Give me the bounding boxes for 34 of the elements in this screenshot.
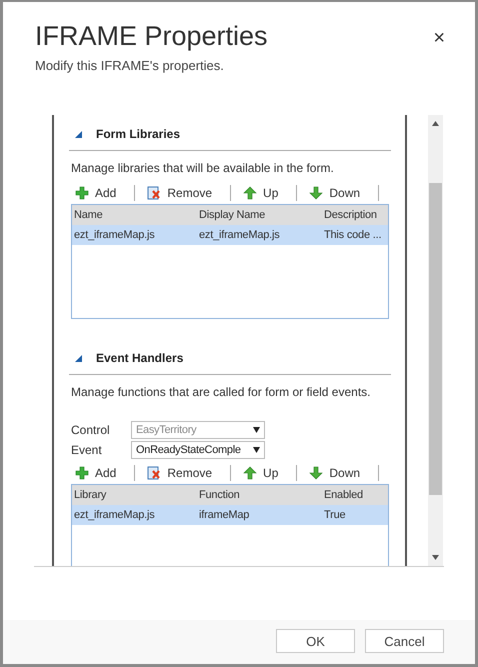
dialog-title: IFRAME Properties: [35, 20, 268, 52]
table-cell-text: ezt_iframeMap.js: [198, 229, 281, 241]
column-header[interactable]: Library: [72, 489, 197, 501]
section-description: Manage libraries that will be available in the form.: [71, 161, 335, 175]
table-row[interactable]: ezt_iframeMap.js ezt_iframeMap.js This code ...: [72, 225, 388, 245]
dialog-button[interactable]: Cancel: [365, 629, 444, 653]
dialog-button[interactable]: OK: [276, 629, 355, 653]
close-button[interactable]: ×: [433, 26, 445, 50]
column-header[interactable]: Name: [72, 209, 197, 221]
section-title: Form Libraries: [96, 127, 180, 141]
toolbar-button[interactable]: Down: [305, 466, 364, 480]
section-title: Event Handlers: [96, 351, 184, 365]
column-header[interactable]: Display Name: [197, 209, 322, 221]
field-label: Control: [70, 423, 111, 437]
table-row[interactable]: ezt_iframeMap.js iframeMap True: [72, 505, 388, 525]
toolbar-button[interactable]: Down: [305, 186, 364, 200]
toolbar-button[interactable]: Up: [239, 186, 282, 200]
table-cell-text: True: [323, 509, 346, 521]
section-description: Manage functions that are called for form or field events.: [71, 385, 372, 399]
table-cell-text: iframeMap: [198, 509, 250, 521]
table-cell-text: ezt_iframeMap.js: [73, 229, 156, 241]
toolbar-button[interactable]: Add: [71, 466, 120, 480]
column-header[interactable]: Function: [197, 489, 322, 501]
table-cell-text: ezt_iframeMap.js: [73, 509, 156, 521]
table-cell-text: This code ...: [323, 229, 382, 241]
toolbar-button[interactable]: Up: [239, 466, 282, 480]
toolbar-button[interactable]: Add: [71, 186, 120, 200]
toolbar-button[interactable]: Remove: [143, 186, 216, 200]
dropdown[interactable]: OnReadyStateComple: [131, 441, 265, 459]
toolbar-button[interactable]: Remove: [143, 466, 216, 480]
dialog-subtitle: Modify this IFRAME's properties.: [35, 58, 224, 73]
column-header[interactable]: Description: [322, 209, 388, 221]
field-label: Event: [70, 443, 103, 457]
column-header[interactable]: Enabled: [322, 489, 388, 501]
